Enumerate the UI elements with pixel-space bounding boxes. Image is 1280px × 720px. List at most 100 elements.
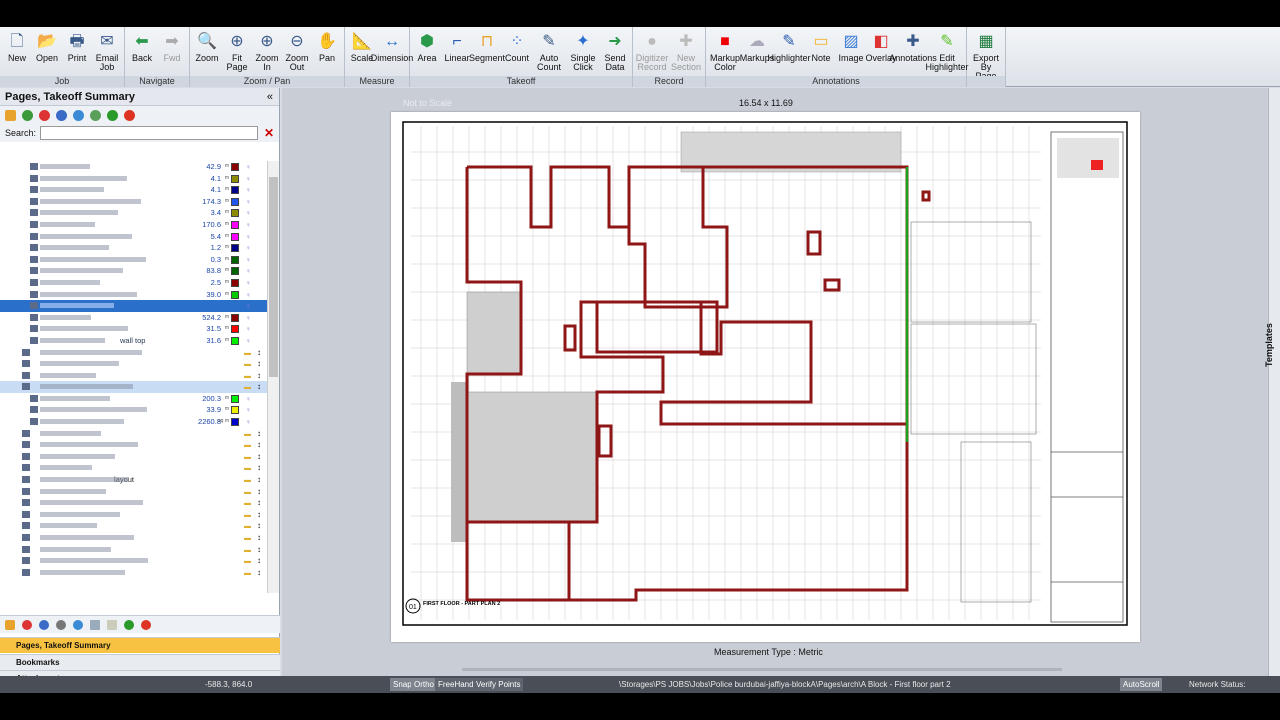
freehand-toggle[interactable]: FreeHand xyxy=(435,678,477,691)
fwd-button[interactable]: ➡ Fwd xyxy=(157,30,187,63)
table-row[interactable]: 174.3 m ♀ xyxy=(0,196,267,208)
new-section-button[interactable]: ✚ New Section xyxy=(669,30,703,72)
table-row[interactable]: ▬ ↕ xyxy=(0,439,267,451)
gear-icon[interactable] xyxy=(56,109,67,121)
plus-circle-icon[interactable] xyxy=(107,109,118,121)
refresh-icon[interactable] xyxy=(73,619,83,630)
expand-icon[interactable]: ↕ xyxy=(257,428,261,440)
verify-points-toggle[interactable]: Verify Points xyxy=(473,678,524,691)
table-row[interactable]: 33.9 m ♀ xyxy=(0,404,267,416)
table-row[interactable]: ▬ ↕ xyxy=(0,428,267,440)
color-swatch[interactable] xyxy=(231,232,239,241)
clear-search-icon[interactable]: ✕ xyxy=(264,126,274,140)
collapse-panel-button[interactable]: « xyxy=(267,88,273,106)
table-row[interactable]: 42.9 m ♀ xyxy=(0,161,267,173)
drawing-canvas[interactable]: Not to Scale 16.54 x 11.69 01 FIRST FLOO… xyxy=(282,88,1268,676)
table-row[interactable]: ▬ ↕ xyxy=(0,520,267,532)
canvas-scrollbar[interactable] xyxy=(462,668,1062,671)
edit-highlighter-button[interactable]: ✎ Edit Highlighter xyxy=(925,30,968,72)
autoscroll-toggle[interactable]: AutoScroll xyxy=(1120,678,1163,691)
color-swatch[interactable] xyxy=(231,336,239,345)
expand-icon[interactable]: ↕ xyxy=(257,497,261,509)
color-swatch[interactable] xyxy=(231,186,239,195)
accordion-pages-takeoff[interactable]: Pages, Takeoff Summary xyxy=(0,637,280,653)
fit-page-button[interactable]: ⊕ Fit Page xyxy=(222,30,252,72)
markup-color-button[interactable]: ■ Markup Color xyxy=(708,30,742,72)
table-row[interactable]: ▬ ↕ xyxy=(0,347,267,359)
sum-icon[interactable]: ▬ xyxy=(244,568,251,580)
digitizer-record-button[interactable]: ● Digitizer Record xyxy=(635,30,669,72)
expand-icon[interactable]: ↕ xyxy=(257,532,261,544)
table-row[interactable]: 39.0 m ♀ xyxy=(0,289,267,301)
highlighter-button[interactable]: ✎ Highlighter xyxy=(767,30,810,63)
expand-icon[interactable]: ↕ xyxy=(257,509,261,521)
floor-plan-drawing[interactable]: 01 FIRST FLOOR - PART PLAN 2 xyxy=(391,112,1140,642)
drawing-sheet[interactable]: 01 FIRST FLOOR - PART PLAN 2 xyxy=(391,112,1140,642)
document-icon[interactable] xyxy=(107,619,117,630)
tree-scrollbar[interactable] xyxy=(267,161,279,593)
zoom-in-button[interactable]: ⊕ Zoom In xyxy=(252,30,282,72)
color-swatch[interactable] xyxy=(231,244,239,253)
table-row[interactable]: 200.3 m ♀ xyxy=(0,393,267,405)
templates-tab-label[interactable]: Templates xyxy=(1264,323,1274,367)
linear-button[interactable]: ⌐ Linear xyxy=(442,30,472,63)
color-swatch[interactable] xyxy=(231,267,239,276)
folder-icon[interactable] xyxy=(5,619,15,630)
table-row[interactable]: 5.4 m ♀ xyxy=(0,231,267,243)
scrollbar-thumb[interactable] xyxy=(269,177,278,377)
color-swatch[interactable] xyxy=(231,163,239,171)
table-row[interactable]: 4.1 m ♀ xyxy=(0,184,267,196)
color-swatch[interactable] xyxy=(231,394,239,403)
zoom-out-button[interactable]: ⊖ Zoom Out xyxy=(282,30,312,72)
color-swatch[interactable] xyxy=(231,278,239,287)
table-row[interactable]: ▬ ↕ xyxy=(0,486,267,498)
table-row[interactable]: ▬ ↕ xyxy=(0,381,267,393)
color-swatch[interactable] xyxy=(231,174,239,183)
ortho-toggle[interactable]: Ortho xyxy=(411,678,438,691)
table-row[interactable]: 2.5 m ♀ xyxy=(0,277,267,289)
minus-circle-icon[interactable] xyxy=(141,619,151,630)
gear-icon[interactable] xyxy=(39,619,49,630)
color-swatch[interactable] xyxy=(231,418,239,427)
open-button[interactable]: 📂 Open xyxy=(32,30,62,63)
send-data-button[interactable]: ➜ Send Data xyxy=(600,30,630,72)
zoom-button[interactable]: 🔍 Zoom xyxy=(192,30,222,63)
table-row[interactable]: ▬ ↕ xyxy=(0,532,267,544)
pan-button[interactable]: ✋ Pan xyxy=(312,30,342,63)
table-row[interactable]: ♀ xyxy=(0,300,267,312)
expand-icon[interactable]: ↕ xyxy=(257,486,261,498)
table-row[interactable]: wall top 31.6 m ♀ xyxy=(0,335,267,347)
table-row[interactable]: ▬ ↕ xyxy=(0,370,267,382)
color-swatch[interactable] xyxy=(231,209,239,218)
delete-icon[interactable] xyxy=(22,619,32,630)
refresh-icon[interactable] xyxy=(73,109,84,121)
table-row[interactable]: ▬ ↕ xyxy=(0,555,267,567)
table-row[interactable]: 83.8 m ♀ xyxy=(0,265,267,277)
expand-icon[interactable]: ↕ xyxy=(257,474,261,486)
table-row[interactable]: 1.2 m ♀ xyxy=(0,242,267,254)
table-row[interactable]: ▬ ↕ xyxy=(0,462,267,474)
count-button[interactable]: ⁘ Count xyxy=(502,30,532,63)
color-swatch[interactable] xyxy=(231,290,239,299)
table-row[interactable]: 31.5 m ♀ xyxy=(0,323,267,335)
table-row[interactable]: ▬ ↕ xyxy=(0,358,267,370)
templates-sidebar[interactable] xyxy=(1268,88,1280,676)
filter-icon[interactable] xyxy=(56,619,66,630)
expand-icon[interactable]: ↕ xyxy=(257,462,261,474)
table-row[interactable]: 3.4 m ♀ xyxy=(0,207,267,219)
segment-button[interactable]: ⊓ Segment xyxy=(469,30,505,63)
delete-icon[interactable] xyxy=(39,109,50,121)
search-input[interactable] xyxy=(40,126,259,140)
new-button[interactable]: 🗋 New xyxy=(2,30,32,63)
expand-icon[interactable]: ↕ xyxy=(257,370,261,382)
print-button[interactable]: 🖶 Print xyxy=(62,30,92,63)
export-by-page-button[interactable]: ▦Export By Page xyxy=(969,30,1003,81)
color-swatch[interactable] xyxy=(231,406,239,415)
dimension-button[interactable]: ↔ Dimension xyxy=(371,30,414,63)
sort-icon[interactable] xyxy=(90,109,101,121)
table-row[interactable]: ▬ ↕ xyxy=(0,497,267,509)
add-icon[interactable] xyxy=(22,109,33,121)
area-button[interactable]: ⬢ Area xyxy=(412,30,442,63)
folder-icon[interactable] xyxy=(5,109,16,121)
expand-icon[interactable]: ↕ xyxy=(257,358,261,370)
